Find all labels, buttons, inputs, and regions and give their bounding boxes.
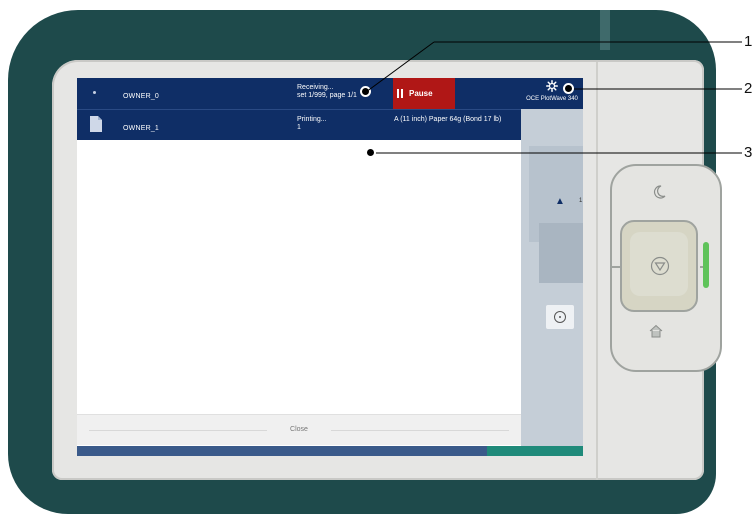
disc-icon: [554, 311, 566, 323]
callout-number-3: 3: [744, 144, 753, 161]
close-button[interactable]: Close: [77, 414, 521, 445]
close-label: Close: [290, 426, 308, 433]
job-status-line2: 1: [297, 124, 301, 131]
job-status-line1: Printing...: [297, 116, 327, 123]
job-row[interactable]: OWNER_0 Receiving... set 1/999, page 1/1…: [77, 78, 521, 109]
panel-divider: [596, 62, 598, 480]
toner-level: 1: [579, 198, 583, 204]
callout-marker-1: [360, 86, 371, 97]
callout-marker-2: [563, 83, 574, 94]
stop-icon: [650, 256, 670, 276]
job-status-line2: set 1/999, page 1/1: [297, 92, 357, 99]
callout-number-2: 2: [744, 80, 753, 97]
job-status: Printing... 1: [297, 116, 327, 132]
job-row[interactable]: OWNER_1 Printing... 1 A (11 inch) Paper …: [77, 109, 521, 141]
toner-icon[interactable]: ▲: [555, 196, 565, 207]
job-status: Receiving... set 1/999, page 1/1: [297, 84, 357, 100]
job-dot-icon: [93, 91, 96, 94]
home-icon[interactable]: [649, 324, 663, 338]
stop-button-face: [630, 232, 688, 296]
job-owner: OWNER_1: [123, 125, 160, 132]
touch-screen: OWNER_0 Receiving... set 1/999, page 1/1…: [77, 78, 583, 456]
status-led: [703, 242, 709, 288]
paper-tray-graphic: [539, 223, 583, 283]
gear-icon: [546, 80, 558, 92]
printer-settings-tile[interactable]: OCE PlotWave 340: [521, 78, 583, 109]
pause-label: Pause: [409, 89, 433, 98]
printer-name: OCE PlotWave 340: [526, 96, 578, 102]
job-owner: OWNER_0: [123, 93, 160, 100]
stop-button[interactable]: [620, 220, 698, 312]
pause-icon: [397, 89, 403, 98]
job-list: OWNER_0 Receiving... set 1/999, page 1/1…: [77, 78, 521, 140]
callout-marker-3: [365, 147, 376, 158]
screen-bottom-accent: [487, 446, 583, 456]
disc-tile[interactable]: [546, 305, 574, 329]
job-media: A (11 inch) Paper 64g (Bond 17 lb): [394, 116, 502, 123]
job-status-line1: Receiving...: [297, 84, 334, 91]
moon-icon[interactable]: [652, 185, 666, 199]
document-icon: [90, 116, 102, 132]
pause-button[interactable]: Pause: [393, 78, 455, 109]
callout-number-1: 1: [744, 33, 753, 50]
